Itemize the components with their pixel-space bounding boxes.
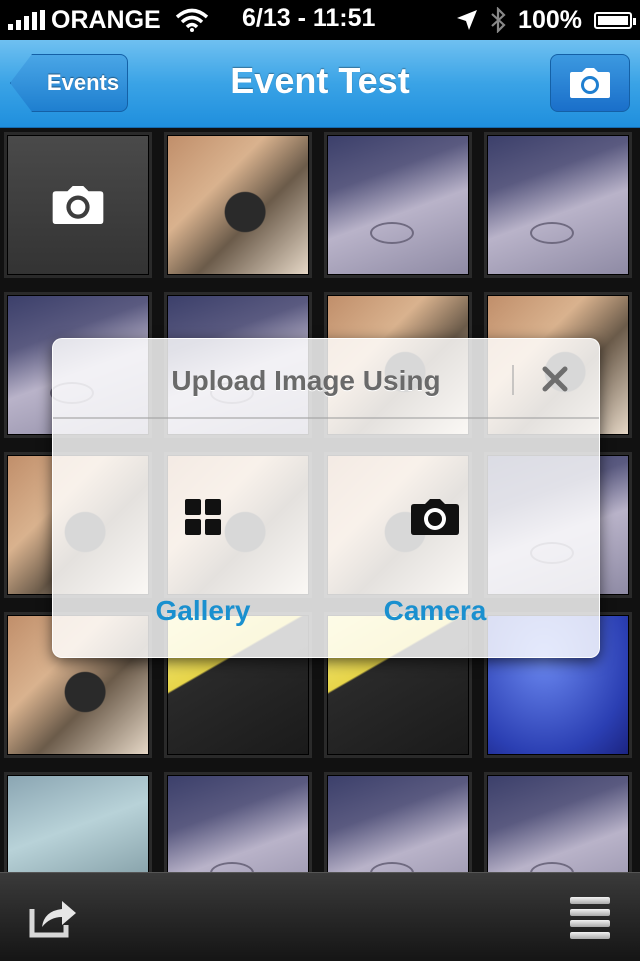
dialog-title: Upload Image Using: [171, 365, 441, 396]
modal-overlay: Upload Image Using Gallery Camera: [0, 0, 640, 960]
gallery-label: Gallery: [155, 595, 251, 626]
grid-icon: [173, 487, 233, 547]
bottom-toolbar: [0, 872, 640, 961]
share-button[interactable]: [28, 895, 80, 939]
close-button[interactable]: [537, 361, 573, 397]
gallery-option[interactable]: Gallery: [103, 449, 303, 629]
dialog-header: Upload Image Using: [53, 339, 599, 419]
share-icon: [29, 901, 76, 938]
header-divider: [512, 365, 514, 395]
camera-label: Camera: [383, 595, 487, 626]
menu-icon: [570, 897, 610, 904]
camera-icon: [405, 487, 465, 547]
upload-dialog: Upload Image Using Gallery Camera: [52, 338, 600, 658]
menu-button[interactable]: [570, 897, 610, 939]
camera-option[interactable]: Camera: [335, 449, 535, 629]
close-icon: [542, 366, 568, 392]
